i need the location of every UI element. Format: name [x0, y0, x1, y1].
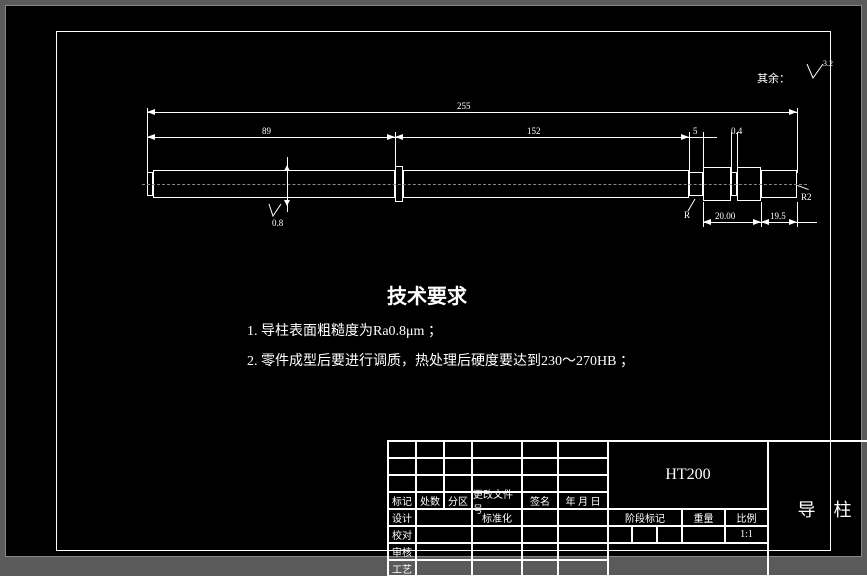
- requirements-title: 技术要求: [387, 280, 467, 309]
- dim-right: 152: [527, 126, 541, 136]
- title-block: 标记 处数 分区 更改文件号 签名 年 月 日 设计 标准化 校对 审核 工艺: [387, 440, 867, 576]
- row-craft: 工艺: [388, 560, 416, 576]
- scale-value: 1:1: [725, 526, 768, 543]
- dim-total: 255: [457, 101, 471, 111]
- requirement-1: 1. 导柱表面粗糙度为Ra0.8μm ；: [247, 320, 442, 340]
- part-name-cell: 导 柱: [768, 441, 867, 576]
- hdr-where: 处数: [416, 492, 444, 509]
- dim-195: 19.5: [770, 211, 786, 221]
- row-standardize: 标准化: [472, 509, 522, 526]
- hdr-zone: 分区: [444, 492, 472, 509]
- weight-label: 重量: [682, 509, 725, 526]
- other-label: 其余：: [757, 70, 790, 86]
- dim-04: 0.4: [731, 126, 742, 136]
- hdr-change: 更改文件号: [472, 492, 522, 509]
- dim-20: 20.00: [715, 211, 735, 221]
- hdr-mark: 标记: [388, 492, 416, 509]
- row-proof: 校对: [388, 526, 416, 543]
- stage-mark-label: 阶段标记: [608, 509, 682, 526]
- hdr-date: 年 月 日: [558, 492, 608, 509]
- dim-left: 89: [262, 126, 271, 136]
- roughness-symbol-main: [805, 62, 825, 82]
- row-check: 审核: [388, 543, 416, 560]
- row-design: 设计: [388, 509, 416, 526]
- scale-label: 比例: [725, 509, 768, 526]
- rough-08: 0.8: [272, 218, 283, 228]
- roughness-value-main: 3.2: [823, 59, 833, 68]
- requirement-2: 2. 零件成型后要进行调质，热处理后硬度要达到230～270HB ；: [247, 350, 634, 370]
- material-cell: HT200: [608, 441, 768, 509]
- dim-5: 5: [693, 126, 698, 136]
- hdr-sig: 签名: [522, 492, 558, 509]
- drawing-area: 255 89 152 5 0.4: [117, 102, 867, 262]
- r-label: R: [684, 210, 690, 220]
- r2-label: R2: [801, 192, 812, 202]
